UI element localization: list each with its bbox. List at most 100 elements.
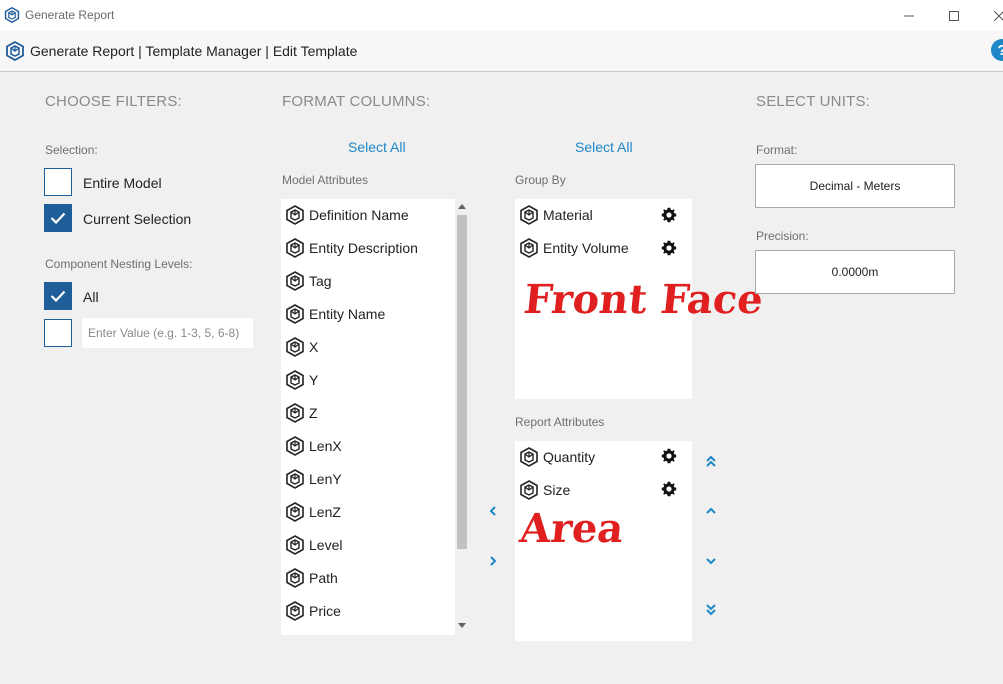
sketchup-logo-icon: [4, 7, 20, 23]
app-header: Generate Report | Template Manager | Edi…: [0, 31, 1003, 72]
nesting-all-label: All: [83, 289, 99, 305]
list-item[interactable]: Quantity: [519, 445, 595, 469]
close-button[interactable]: [976, 0, 1003, 31]
list-item-label: LenY: [309, 471, 342, 487]
sketchup-logo-icon: [285, 238, 305, 258]
double-chevron-down-icon: [706, 604, 716, 616]
chevron-right-icon: [490, 556, 497, 566]
nesting-levels-label: Component Nesting Levels:: [45, 257, 193, 271]
sketchup-logo-icon: [519, 447, 539, 467]
choose-filters-heading: CHOOSE FILTERS:: [45, 93, 182, 110]
gear-icon[interactable]: [661, 240, 677, 256]
scrollbar-thumb[interactable]: [457, 215, 467, 549]
sketchup-logo-icon: [519, 480, 539, 500]
sketchup-logo-icon: [285, 469, 305, 489]
scrollbar[interactable]: [455, 199, 469, 635]
list-item-label: Entity Description: [309, 240, 418, 256]
front-face-annotation: Front Face: [521, 276, 766, 323]
move-top-button[interactable]: [701, 451, 721, 471]
area-annotation: Area: [517, 505, 626, 552]
list-item[interactable]: LenY: [285, 467, 342, 491]
nesting-custom-checkbox[interactable]: [44, 319, 72, 347]
sketchup-logo-icon: [285, 502, 305, 522]
check-icon: [50, 212, 66, 224]
list-item[interactable]: LenZ: [285, 500, 341, 524]
list-item-label: Z: [309, 405, 318, 421]
close-icon: [994, 10, 1003, 21]
window-title-bar: Generate Report: [0, 0, 1003, 31]
list-item[interactable]: Entity Volume: [519, 236, 629, 260]
maximize-icon: [949, 10, 959, 21]
select-all-group-link[interactable]: Select All: [575, 139, 633, 155]
sketchup-logo-icon: [519, 238, 539, 258]
entire-model-checkbox[interactable]: [44, 168, 72, 196]
move-up-button[interactable]: [701, 501, 721, 521]
list-item[interactable]: Price: [285, 599, 341, 623]
gear-icon[interactable]: [661, 448, 677, 464]
move-down-button[interactable]: [701, 551, 721, 571]
move-right-button[interactable]: [483, 551, 503, 571]
current-selection-checkbox[interactable]: [44, 204, 72, 232]
list-item[interactable]: Level: [285, 533, 342, 557]
gear-icon[interactable]: [661, 207, 677, 223]
list-item-label: LenX: [309, 438, 342, 454]
maximize-button[interactable]: [931, 0, 977, 31]
list-item[interactable]: Tag: [285, 269, 332, 293]
list-item-label: Definition Name: [309, 207, 409, 223]
sketchup-logo-icon: [285, 568, 305, 588]
current-selection-label: Current Selection: [83, 211, 192, 227]
list-item-label: Tag: [309, 273, 332, 289]
entire-model-label: Entire Model: [83, 175, 162, 191]
list-item[interactable]: Size: [519, 478, 570, 502]
selection-label: Selection:: [45, 143, 98, 157]
sketchup-logo-icon: [285, 205, 305, 225]
list-item-label: LenZ: [309, 504, 341, 520]
breadcrumb: Generate Report | Template Manager | Edi…: [30, 43, 358, 59]
model-attributes-list[interactable]: Definition Name Entity Description Tag E…: [281, 199, 469, 635]
list-item[interactable]: LenX: [285, 434, 342, 458]
list-item-label: Entity Volume: [543, 240, 629, 256]
minimize-icon: [904, 15, 914, 16]
sketchup-logo-icon: [285, 601, 305, 621]
select-units-heading: SELECT UNITS:: [756, 93, 871, 110]
nesting-all-checkbox[interactable]: [44, 282, 72, 310]
format-label: Format:: [756, 143, 798, 157]
sketchup-logo-icon: [285, 271, 305, 291]
list-item[interactable]: Path: [285, 566, 338, 590]
move-left-button[interactable]: [483, 501, 503, 521]
sketchup-logo-icon: [519, 205, 539, 225]
sketchup-logo-icon: [285, 436, 305, 456]
scroll-up-icon[interactable]: [458, 203, 466, 209]
group-by-label: Group By: [515, 173, 566, 187]
list-item-label: Level: [309, 537, 343, 553]
format-select[interactable]: Decimal - Meters: [755, 164, 955, 208]
list-item-label: Quantity: [543, 449, 596, 465]
minimize-button[interactable]: [886, 0, 932, 31]
gear-icon[interactable]: [661, 481, 677, 497]
list-item-label: Entity Name: [309, 306, 386, 322]
precision-label: Precision:: [756, 229, 809, 243]
list-item[interactable]: Z: [285, 401, 318, 425]
select-all-model-link[interactable]: Select All: [348, 139, 406, 155]
precision-select[interactable]: 0.0000m: [755, 250, 955, 294]
model-attributes-label: Model Attributes: [282, 173, 369, 187]
report-attributes-label: Report Attributes: [515, 415, 605, 429]
list-item[interactable]: Definition Name: [285, 203, 409, 227]
check-icon: [50, 290, 66, 302]
list-item-label: Y: [309, 372, 319, 388]
list-item-label: Price: [309, 603, 341, 619]
nesting-levels-input[interactable]: [82, 318, 253, 348]
chevron-up-icon: [706, 507, 716, 514]
list-item[interactable]: Material: [519, 203, 593, 227]
chevron-left-icon: [489, 506, 496, 516]
format-columns-heading: FORMAT COLUMNS:: [282, 93, 431, 110]
help-icon[interactable]: ?: [991, 39, 1003, 61]
list-item[interactable]: Entity Description: [285, 236, 418, 260]
double-chevron-up-icon: [706, 455, 716, 467]
list-item[interactable]: Entity Name: [285, 302, 385, 326]
move-bottom-button[interactable]: [701, 600, 721, 620]
sketchup-logo-icon: [285, 304, 305, 324]
scroll-down-icon[interactable]: [458, 623, 466, 629]
list-item[interactable]: Y: [285, 368, 318, 392]
list-item[interactable]: X: [285, 335, 318, 359]
